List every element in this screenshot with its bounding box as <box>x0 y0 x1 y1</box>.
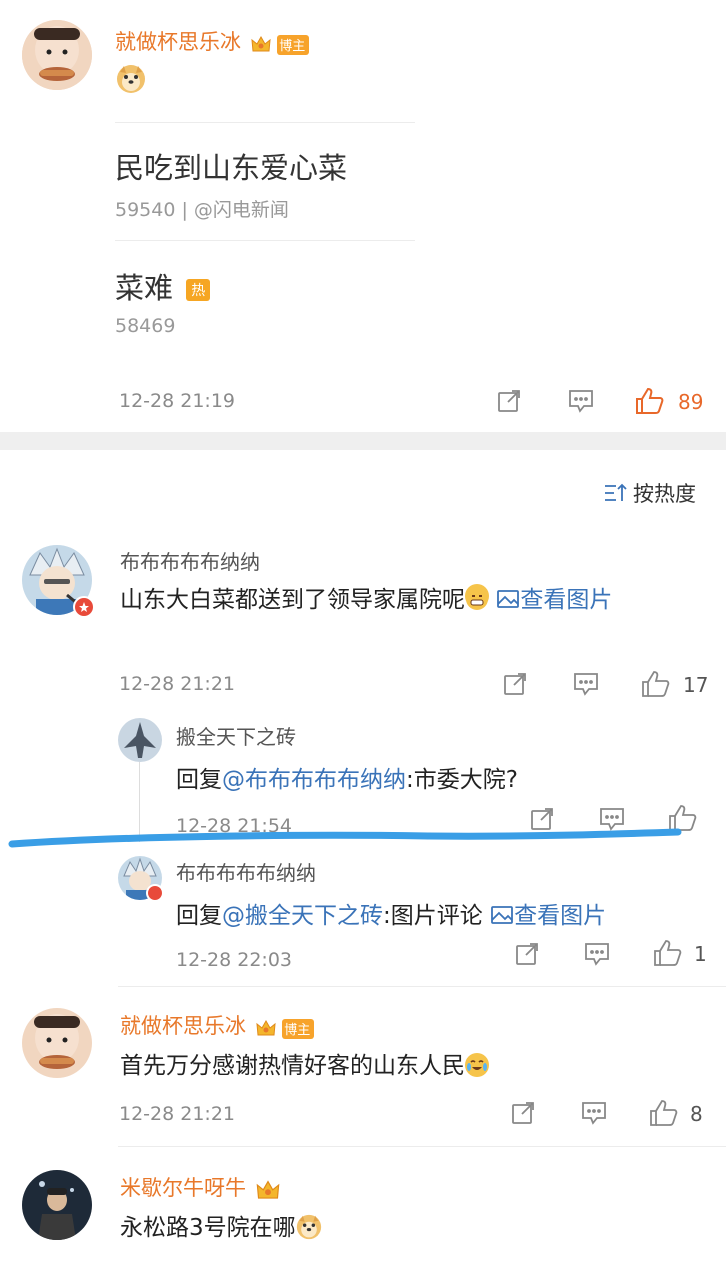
comment-author-name[interactable]: 米歇尔牛呀牛 <box>120 1176 246 1200</box>
reply-text: 回复@搬全天下之砖:图片评论 查看图片 <box>176 903 607 929</box>
comment-text: 山东大白菜都送到了领导家属院呢 查看图片 <box>120 580 700 620</box>
comment-timestamp: 12-28 21:21 <box>119 673 236 695</box>
crown-icon <box>250 34 272 56</box>
comment-icon[interactable] <box>572 671 600 699</box>
comment-text: 首先万分感谢热情好客的山东人民 <box>120 1046 489 1080</box>
reply-like-count: 1 <box>694 942 707 966</box>
like-icon[interactable] <box>648 1098 678 1126</box>
doge-emoji-icon <box>116 64 146 94</box>
trend-item-2-title: 菜难 <box>115 271 174 305</box>
vip-badge-icon <box>146 884 164 902</box>
post-author-avatar[interactable] <box>22 20 92 90</box>
comment-like-count: 17 <box>683 673 709 697</box>
reply-author-avatar[interactable] <box>118 718 162 762</box>
comment-author-row: 米歇尔牛呀牛 <box>120 1172 281 1204</box>
view-image-link[interactable]: 查看图片 <box>496 587 612 613</box>
crown-icon <box>255 1178 281 1204</box>
comment-author-avatar[interactable] <box>22 1170 92 1240</box>
comment-author-name[interactable]: 就做杯思乐冰 <box>120 1014 246 1038</box>
sort-label: 按热度 <box>633 482 696 506</box>
sort-button[interactable]: 按热度 <box>603 478 696 508</box>
comment-icon[interactable] <box>567 388 595 416</box>
comment-author-name[interactable]: 布布布布布纳纳 <box>120 546 260 575</box>
crown-icon <box>255 1018 277 1040</box>
comment-icon[interactable] <box>580 1100 608 1128</box>
comment-author-row: 就做杯思乐冰 博主 <box>120 1010 315 1040</box>
mention-link[interactable]: @搬全天下之砖 <box>222 903 383 929</box>
view-image-link[interactable]: 查看图片 <box>490 903 606 929</box>
post-like-count: 89 <box>678 390 704 414</box>
host-badge: 博主 <box>282 1018 315 1039</box>
hot-tag: 热 <box>186 279 211 301</box>
post-timestamp: 12-28 21:19 <box>119 390 236 412</box>
mention-link[interactable]: @布布布布布纳纳 <box>222 767 406 793</box>
vip-badge-icon <box>73 596 95 618</box>
like-icon[interactable] <box>640 669 670 697</box>
doge-emoji-icon <box>296 1214 322 1240</box>
host-badge: 博主 <box>277 34 310 55</box>
like-icon[interactable] <box>652 938 682 966</box>
share-icon[interactable] <box>496 388 524 416</box>
post-author-row: 就做杯思乐冰 博主 <box>115 26 310 56</box>
sort-icon <box>603 482 629 504</box>
grin-emoji-icon <box>465 584 489 610</box>
comment-body: 永松路3号院在哪 <box>120 1215 296 1241</box>
reply-author-name[interactable]: 布布布布布纳纳 <box>176 857 316 886</box>
post-author-name[interactable]: 就做杯思乐冰 <box>115 30 241 54</box>
trend-item-2-meta: 58469 <box>115 315 176 337</box>
comment-timestamp: 12-28 21:21 <box>119 1103 236 1125</box>
comment-body: 山东大白菜都送到了领导家属院呢 <box>120 587 465 613</box>
like-icon-active[interactable] <box>634 386 664 414</box>
comment-text: 永松路3号院在哪 <box>120 1208 322 1242</box>
annotation-underline <box>8 826 684 852</box>
reply-timestamp: 12-28 22:03 <box>176 949 293 971</box>
trend-item-1[interactable]: 民吃到山东爱心菜 59540 | @闪电新闻 <box>115 145 347 222</box>
share-icon[interactable] <box>510 1100 538 1128</box>
comment-author-avatar[interactable] <box>22 1008 92 1078</box>
trend-item-1-title: 民吃到山东爱心菜 <box>115 151 348 185</box>
comment-body: 首先万分感谢热情好客的山东人民 <box>120 1053 465 1079</box>
reply-text: 回复@布布布布布纳纳:市委大院? <box>176 767 518 793</box>
trend-item-1-meta: 59540 | @闪电新闻 <box>115 199 289 221</box>
comment-like-count: 8 <box>690 1102 703 1126</box>
image-icon <box>490 905 514 925</box>
share-icon[interactable] <box>514 941 542 969</box>
crying-laughing-emoji-icon <box>465 1053 489 1077</box>
image-icon <box>496 582 520 608</box>
trend-item-2[interactable]: 菜难 热 58469 <box>115 265 211 337</box>
comment-icon[interactable] <box>583 941 611 969</box>
reply-author-name[interactable]: 搬全天下之砖 <box>176 721 296 750</box>
share-icon[interactable] <box>502 671 530 699</box>
